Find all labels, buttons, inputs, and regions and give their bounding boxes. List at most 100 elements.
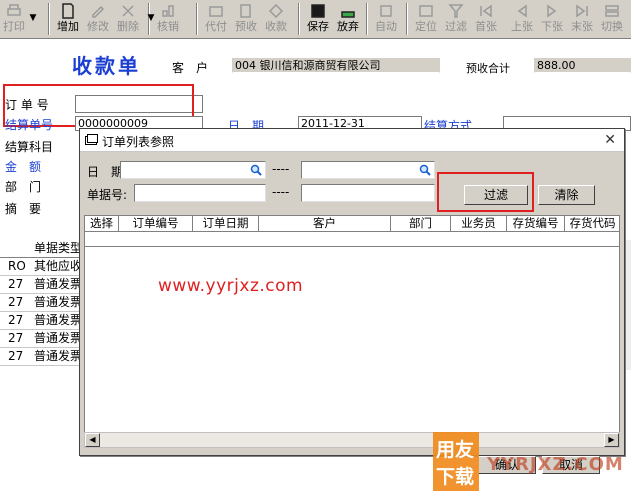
toolbar-delete-button[interactable]: 删除 (114, 1, 142, 36)
customer-field[interactable]: 004 银川信和源商贸有限公司 (232, 58, 440, 73)
column-header[interactable]: 订单日期 (193, 216, 259, 232)
table-row[interactable] (85, 232, 619, 247)
toolbar-separator (366, 3, 368, 35)
date-to-input[interactable] (301, 161, 435, 179)
prev-icon (517, 4, 527, 18)
switch-icon (605, 5, 619, 17)
toolbar-button-label: 核销 (157, 20, 179, 33)
docno-label: 单据号: (87, 188, 128, 202)
toolbar-button-label: 删除 (117, 20, 139, 33)
docno-to-input[interactable] (301, 184, 435, 202)
toolbar-button-label: 下张 (541, 20, 563, 33)
filter-icon (448, 4, 464, 18)
column-header[interactable]: 存货代码 (565, 216, 619, 232)
order-table[interactable]: 选择 订单编号 订单日期 客户 部门 业务员 存货编号 存货代码 (84, 215, 620, 433)
toolbar-button-label: 过滤 (445, 20, 467, 33)
print-icon (7, 4, 21, 16)
amount-label: 金 额 (5, 160, 42, 174)
row-code: RO (8, 259, 26, 273)
search-icon[interactable] (250, 164, 262, 176)
toolbar-filter-button[interactable]: 过滤 (442, 1, 470, 36)
scroll-left-icon[interactable]: ◀ (85, 433, 100, 447)
toolbar-separator (298, 3, 300, 35)
settle-no-label: 结算单号 (5, 118, 54, 132)
window-icon (85, 134, 98, 145)
column-header[interactable]: 订单编号 (119, 216, 193, 232)
customer-label: 客 户 (172, 61, 209, 75)
toolbar-button-label: 定位 (415, 20, 437, 33)
chevron-down-icon[interactable]: ▼ (144, 1, 158, 36)
column-header[interactable]: 存货编号 (507, 216, 565, 232)
row-doc-type: 普通发票 (34, 349, 83, 363)
dialog-title: 订单列表参照 (102, 135, 175, 149)
locate-icon (419, 5, 433, 17)
search-icon[interactable] (419, 164, 431, 176)
row-doc-type: 普通发票 (34, 277, 83, 291)
toolbar-add-button[interactable]: 增加 (54, 1, 82, 36)
column-header[interactable]: 客户 (259, 216, 391, 232)
delete-icon (122, 5, 134, 17)
toolbar-locate-button[interactable]: 定位 (412, 1, 440, 36)
toolbar-last-button[interactable]: 末张 (568, 1, 596, 36)
site-logo: 用友 下载 YYRJXZ.COM (433, 432, 631, 491)
date-from-input[interactable] (120, 161, 266, 179)
toolbar-button-label: 上张 (511, 20, 533, 33)
dialog-titlebar[interactable]: 订单列表参照 ✕ (80, 129, 624, 152)
close-icon[interactable]: ✕ (604, 132, 616, 148)
toolbar-button-label: 增加 (57, 20, 79, 33)
prepay-total-field: 888.00 (534, 58, 631, 73)
toolbar-button-label: 保存 (307, 20, 329, 33)
toolbar-edit-button[interactable]: 修改 (84, 1, 112, 36)
row-code: 27 (8, 313, 24, 327)
discard-icon (341, 11, 355, 18)
toolbar-button-label: 预收 (235, 20, 257, 33)
toolbar-switch-button[interactable]: 切换 (598, 1, 626, 36)
toolbar-print-button[interactable]: 打印 (0, 1, 28, 36)
grid-header-doc-type: 单据类型 (34, 241, 83, 255)
column-header[interactable]: 业务员 (451, 216, 507, 232)
toolbar-discard-button[interactable]: 放弃 (334, 1, 362, 36)
toolbar-button-label: 代付 (205, 20, 227, 33)
settle-subject-label: 结算科目 (5, 140, 54, 154)
toolbar-next-button[interactable]: 下张 (538, 1, 566, 36)
watermark: www.yyrjxz.com (158, 276, 304, 296)
prepay-icon (240, 4, 251, 18)
toolbar-agent-pay-button[interactable]: 代付 (202, 1, 230, 36)
highlight-filter-button (437, 172, 534, 212)
toolbar-save-button[interactable]: 保存 (304, 1, 332, 36)
row-doc-type: 普通发票 (34, 331, 83, 345)
column-header[interactable]: 选择 (85, 216, 119, 232)
page-title: 收款单 (72, 54, 141, 78)
toolbar-button-label: 末张 (571, 20, 593, 33)
range-separator: ---- (272, 162, 290, 176)
row-code: 27 (8, 349, 24, 363)
summary-label: 摘 要 (5, 202, 42, 216)
toolbar-separator (48, 3, 50, 35)
save-icon (311, 4, 325, 18)
toolbar-receive-button[interactable]: 收款 (262, 1, 290, 36)
row-code: 27 (8, 295, 24, 309)
toolbar-separator (196, 3, 198, 35)
row-doc-type: 其他应收 (34, 259, 83, 273)
toolbar-verify-button[interactable]: 核销 (154, 1, 182, 36)
column-header[interactable]: 部门 (391, 216, 451, 232)
toolbar-button-label: 修改 (87, 20, 109, 33)
toolbar-prepay-button[interactable]: 预收 (232, 1, 260, 36)
row-code: 27 (8, 331, 24, 345)
add-icon (62, 3, 74, 19)
toolbar-button-label: 放弃 (337, 20, 359, 33)
docno-from-input[interactable] (134, 184, 266, 202)
row-doc-type: 普通发票 (34, 295, 83, 309)
toolbar-separator (406, 3, 408, 35)
chevron-down-icon[interactable]: ▼ (26, 1, 40, 36)
receive-icon (268, 3, 284, 19)
auto-icon (380, 5, 392, 17)
toolbar-auto-button[interactable]: 自动 (372, 1, 400, 36)
toolbar-first-button[interactable]: 首张 (472, 1, 500, 36)
toolbar-button-label: 首张 (475, 20, 497, 33)
clear-button[interactable]: 清除 (538, 185, 595, 205)
row-doc-type: 普通发票 (34, 313, 83, 327)
toolbar-prev-button[interactable]: 上张 (508, 1, 536, 36)
toolbar-button-label: 打印 (3, 20, 25, 33)
edit-icon (92, 5, 105, 18)
